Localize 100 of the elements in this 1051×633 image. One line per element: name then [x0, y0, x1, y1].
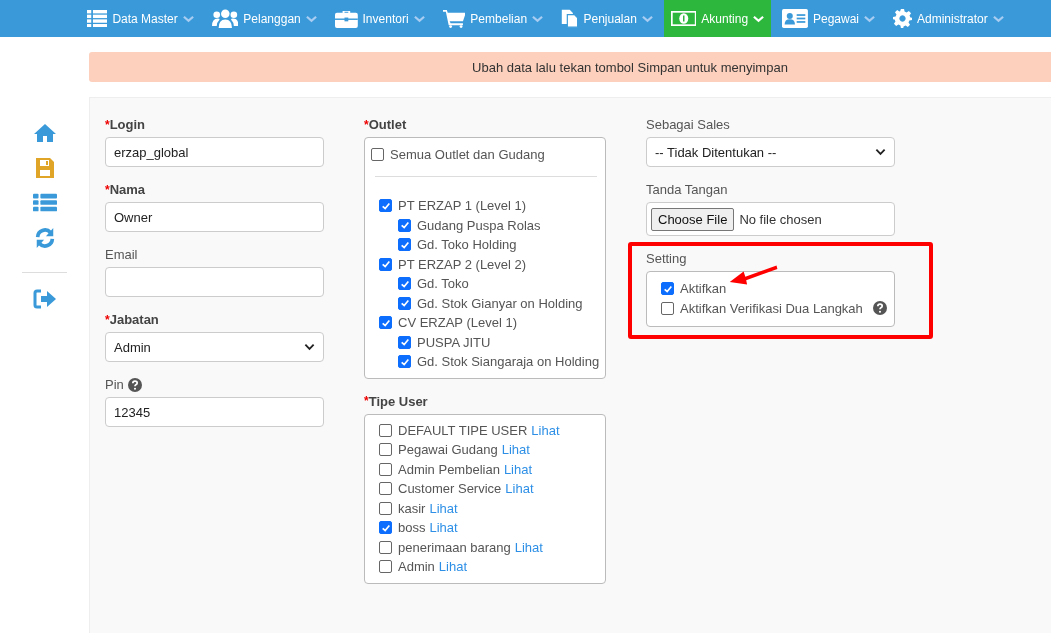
chevron-down-icon: [413, 14, 425, 23]
field-label: Jabatan: [109, 312, 159, 327]
view-link[interactable]: Lihat: [503, 461, 533, 477]
view-link[interactable]: Lihat: [429, 520, 458, 536]
nav-menu-item[interactable]: Penjualan: [554, 0, 660, 37]
required-mark: *: [105, 182, 110, 197]
field-label: Email: [105, 247, 138, 262]
required-mark: *: [105, 312, 110, 327]
checkbox-label: CV ERZAP (Level 1): [398, 315, 517, 331]
checkbox-label: penerimaan barang: [398, 539, 511, 555]
chevron-down-icon: [992, 14, 1004, 23]
checkbox-label: Gd. Toko Holding: [417, 237, 517, 253]
checkbox[interactable]: [398, 296, 411, 310]
field-label: Setting: [646, 251, 687, 266]
field-label: Login: [109, 117, 146, 132]
cart-icon: [442, 9, 466, 28]
checkbox-label: Gudang Puspa Rolas: [417, 217, 541, 233]
users-icon: [211, 9, 239, 28]
chevron-down-icon: [182, 14, 194, 23]
checkbox-label: Aktifkan Verifikasi Dua Langkah: [680, 300, 863, 316]
checkbox[interactable]: [379, 462, 392, 476]
list-icon: [87, 10, 108, 27]
checkbox-label: Admin: [398, 559, 435, 575]
checkbox-label: Pegawai Gudang: [398, 442, 498, 458]
checkbox[interactable]: [661, 301, 674, 315]
checkbox[interactable]: [398, 277, 411, 291]
briefcase-icon: [334, 9, 358, 28]
nav-menu-item[interactable]: Pegawai: [775, 0, 882, 37]
chevron-down-icon: [305, 14, 317, 23]
checkbox-label: Gd. Stok Siangaraja on Holding: [417, 354, 600, 370]
nav-menu-item[interactable]: Akunting: [663, 0, 772, 37]
chevron-down-icon: [753, 14, 765, 23]
view-link[interactable]: Lihat: [501, 442, 530, 458]
field-label: Pin: [105, 377, 124, 392]
field-label: Sebagai Sales: [646, 117, 730, 132]
checkbox-label: Admin Pembelian: [398, 461, 500, 477]
checkbox-label: PT ERZAP 2 (Level 2): [398, 256, 527, 272]
checkbox[interactable]: [398, 335, 411, 349]
checkbox-label: kasir: [398, 500, 426, 516]
input-field[interactable]: Owner: [105, 202, 324, 232]
checkbox-label: Gd. Toko: [417, 276, 469, 292]
checkbox-label: Semua Outlet dan Gudang: [390, 146, 545, 162]
input-field[interactable]: [105, 267, 324, 297]
checkbox[interactable]: [379, 423, 392, 437]
checkbox-label: Aktifkan: [680, 281, 727, 297]
checkbox[interactable]: [379, 521, 392, 535]
checkbox-label: boss: [398, 520, 426, 536]
checkbox-label: DEFAULT TIPE USER: [398, 422, 528, 438]
view-link[interactable]: Lihat: [429, 500, 458, 516]
id-card-icon: [782, 9, 808, 28]
input-field[interactable]: 12345: [105, 397, 324, 427]
required-mark: *: [364, 117, 369, 132]
checkbox[interactable]: [398, 355, 411, 369]
file-input[interactable]: Choose File No file chosen: [646, 202, 895, 236]
view-link[interactable]: Lihat: [514, 539, 543, 555]
nav-menu-item[interactable]: Administrator: [886, 0, 1011, 37]
select-field[interactable]: Admin: [105, 332, 324, 362]
checkbox[interactable]: [661, 282, 674, 296]
field-label: Tipe User: [368, 393, 428, 409]
checkbox[interactable]: [379, 316, 392, 330]
view-link[interactable]: Lihat: [438, 559, 468, 575]
checkbox[interactable]: [398, 238, 411, 252]
chevron-down-icon: [864, 14, 875, 23]
field-label: Tanda Tangan: [646, 182, 728, 197]
checkbox[interactable]: [379, 482, 392, 496]
field-label: Outlet: [368, 117, 407, 132]
checkbox-label: PT ERZAP 1 (Level 1): [398, 198, 527, 214]
select-field[interactable]: -- Tidak Ditentukan --: [646, 137, 895, 167]
checkbox[interactable]: [379, 540, 392, 554]
required-mark: *: [364, 394, 369, 408]
settings-icon: [893, 9, 912, 28]
chevron-down-icon: [304, 343, 315, 351]
nav-menu-item[interactable]: Data Master: [80, 0, 201, 37]
checkbox[interactable]: [371, 147, 384, 161]
info-banner: Ubah data lalu tekan tombol Simpan untuk menyimpan: [89, 52, 1051, 82]
view-link[interactable]: Lihat: [505, 481, 534, 497]
choose-file-button[interactable]: Choose File: [651, 207, 735, 231]
checkbox-label: Gd. Stok Gianyar on Holding: [417, 295, 583, 311]
file-status: No file chosen: [739, 211, 822, 227]
sign-out-icon[interactable]: [32, 288, 57, 310]
checkbox-label: Customer Service: [398, 481, 502, 497]
chevron-down-icon: [641, 14, 653, 23]
nav-menu-item[interactable]: Pembelian: [435, 0, 551, 37]
view-link[interactable]: Lihat: [531, 422, 560, 438]
checkbox[interactable]: [379, 443, 392, 457]
input-field[interactable]: erzap_global: [105, 137, 324, 167]
checkbox[interactable]: [379, 199, 392, 213]
checkbox[interactable]: [379, 501, 392, 515]
documents-icon: [561, 9, 579, 28]
nav-menu-item[interactable]: Inventori: [327, 0, 432, 37]
required-mark: *: [105, 117, 110, 132]
checkbox[interactable]: [379, 560, 392, 574]
home-icon[interactable]: [32, 122, 57, 144]
money-icon: [670, 11, 697, 26]
nav-menu-item[interactable]: Pelanggan: [204, 0, 324, 37]
checkbox[interactable]: [398, 218, 411, 232]
checkbox-label: PUSPA JITU: [417, 334, 491, 350]
list-icon[interactable]: [32, 192, 57, 214]
checkbox[interactable]: [379, 257, 392, 271]
chevron-down-icon: [875, 148, 886, 156]
